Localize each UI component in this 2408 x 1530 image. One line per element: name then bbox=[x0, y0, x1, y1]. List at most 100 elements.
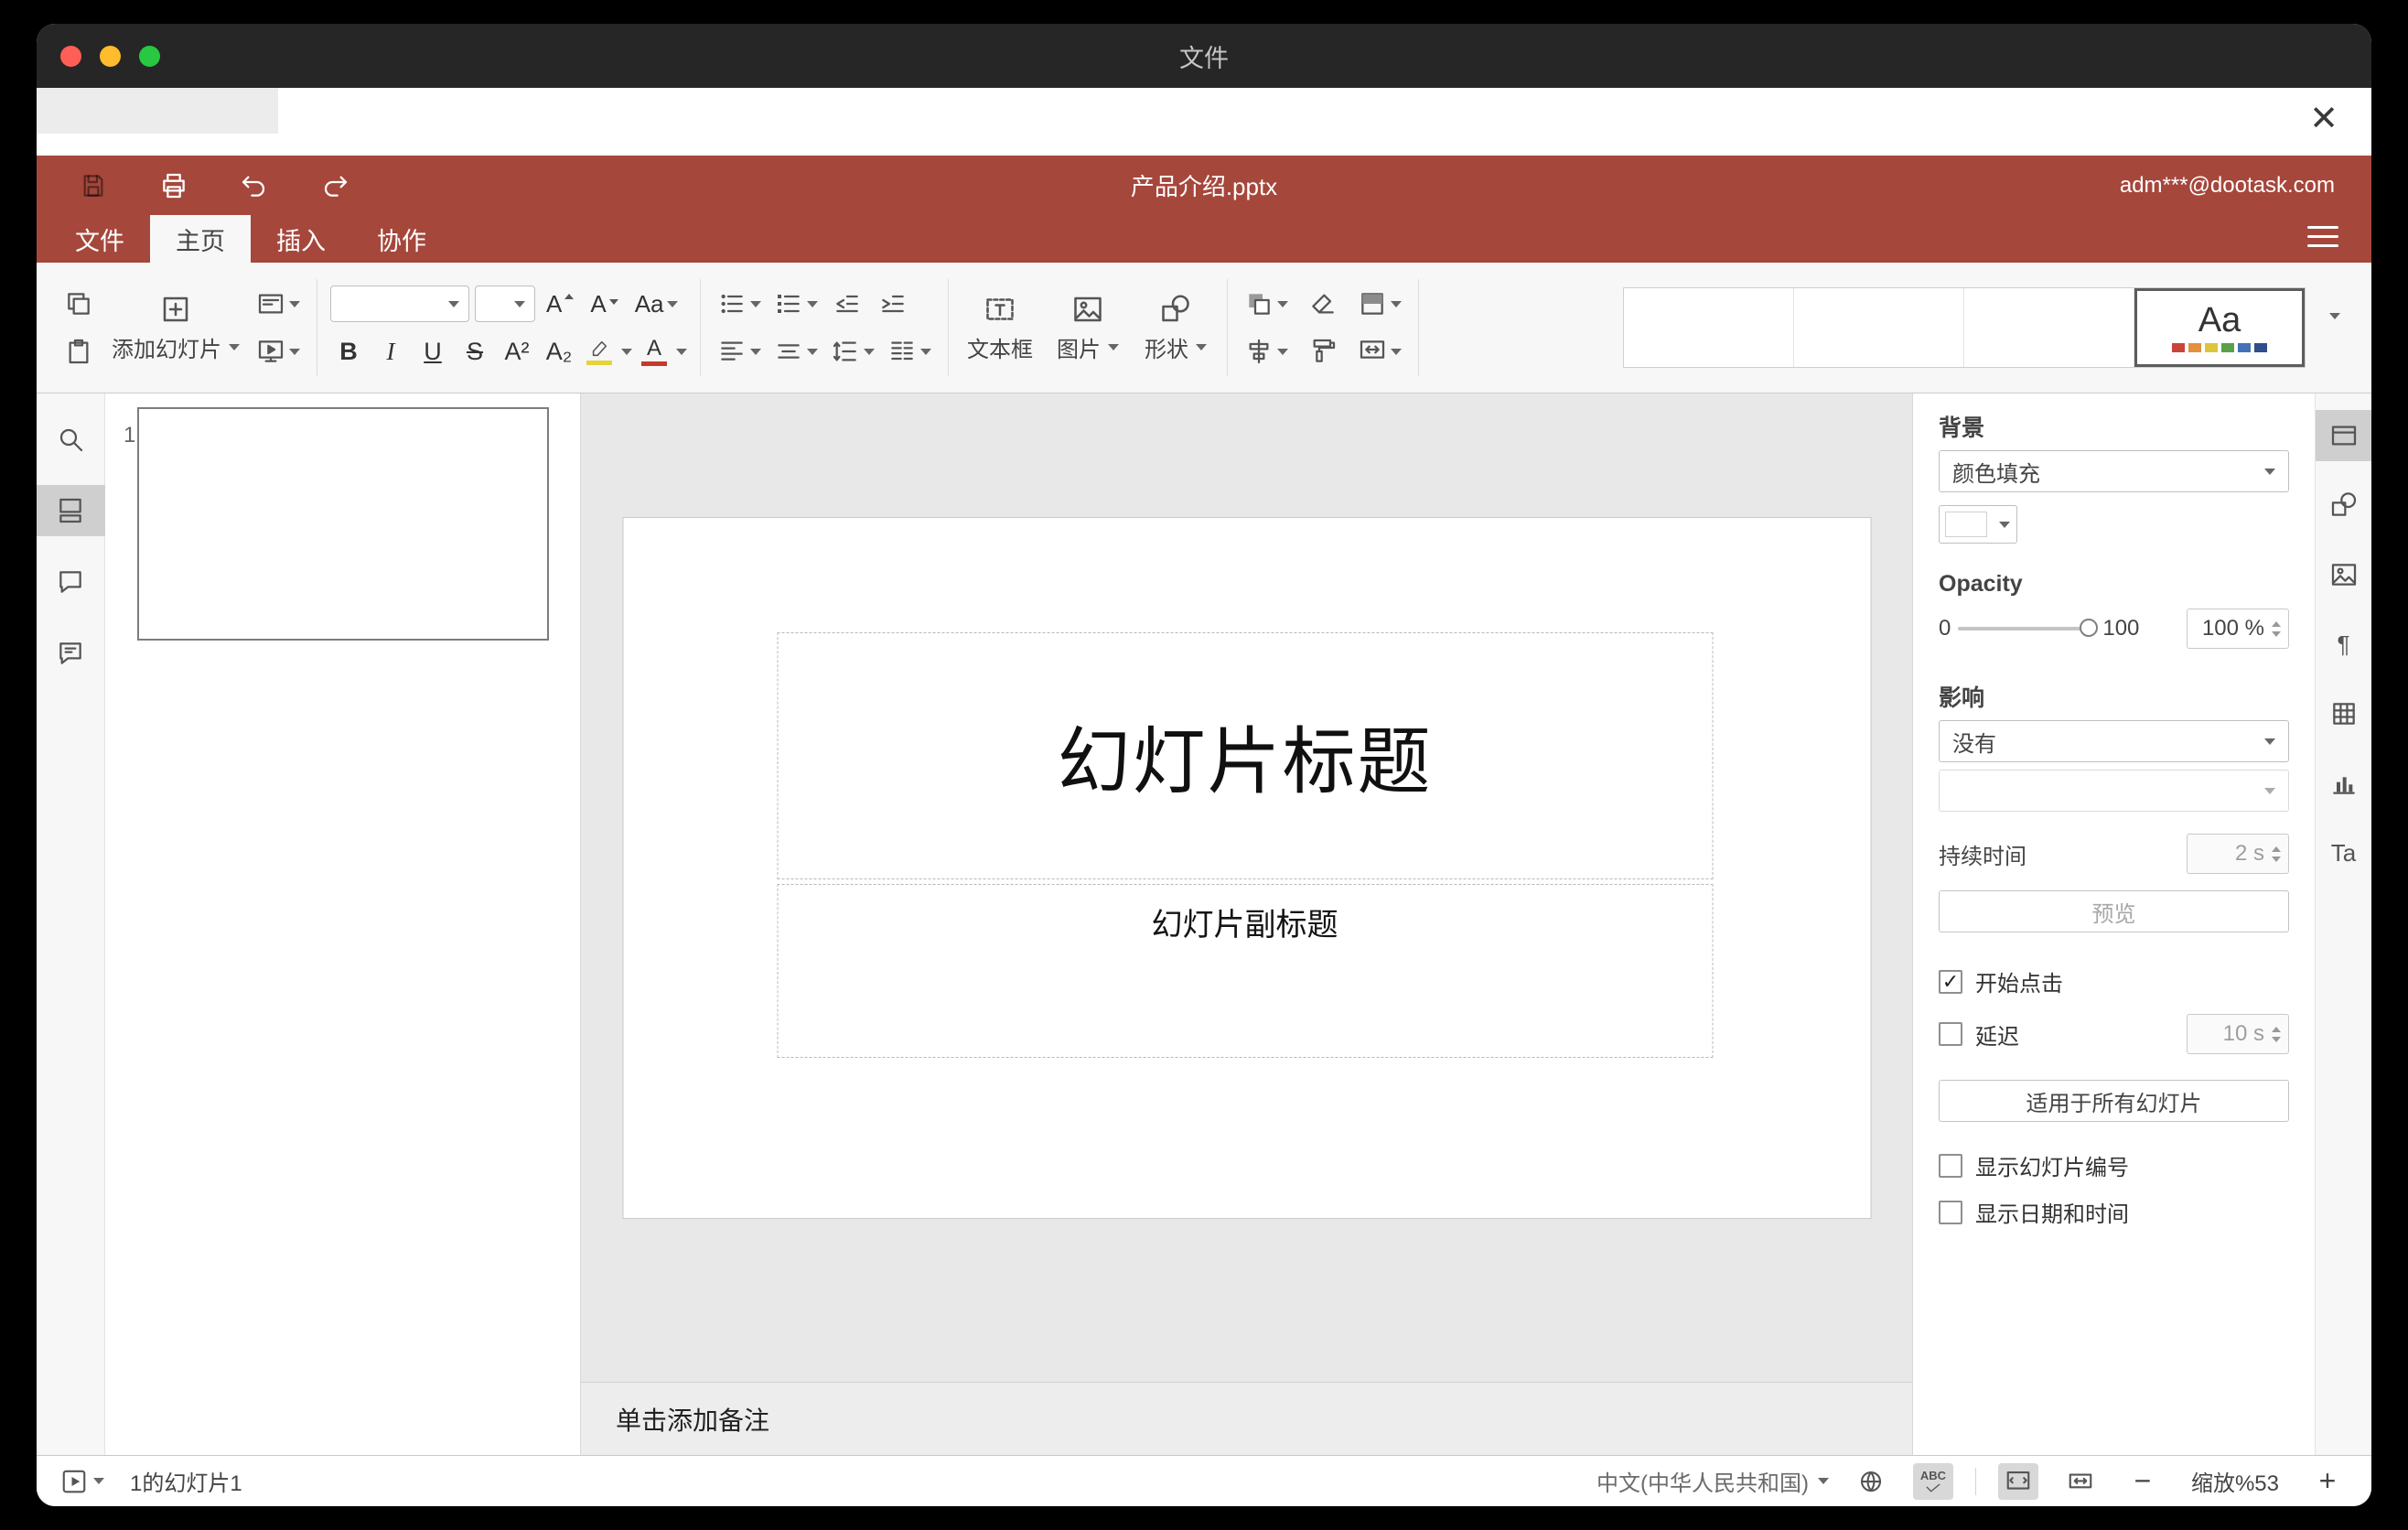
bold-button[interactable]: B bbox=[330, 331, 367, 372]
spell-check-button[interactable]: ABC bbox=[1913, 1462, 1953, 1500]
start-on-click-checkbox[interactable]: ✓ bbox=[1939, 969, 1962, 994]
slide-layout-button[interactable] bbox=[253, 284, 304, 324]
preview-button[interactable]: 预览 bbox=[1939, 890, 2289, 932]
theme-thumbnail-selected[interactable]: Aa bbox=[2134, 288, 2305, 367]
subscript-button[interactable]: A₂ bbox=[541, 331, 577, 372]
add-slide-button[interactable]: 添加幻灯片 bbox=[104, 282, 247, 373]
highlight-color-button[interactable] bbox=[583, 337, 616, 367]
slide-subtitle-placeholder[interactable]: 幻灯片副标题 bbox=[777, 884, 1713, 1058]
change-case-button[interactable]: Aa bbox=[629, 286, 683, 322]
columns-button[interactable] bbox=[884, 331, 935, 372]
duration-label: 持续时间 bbox=[1939, 844, 2026, 869]
chat-button[interactable] bbox=[37, 628, 105, 679]
fit-to-slide-button[interactable] bbox=[1998, 1462, 2038, 1500]
vertical-align-button[interactable] bbox=[770, 331, 822, 372]
slide-title-placeholder[interactable]: 幻灯片标题 bbox=[777, 632, 1713, 879]
background-color-picker[interactable] bbox=[1939, 505, 2017, 544]
copy-button[interactable] bbox=[59, 284, 99, 324]
tab-home[interactable]: 主页 bbox=[150, 215, 251, 263]
bullet-list-button[interactable] bbox=[714, 284, 765, 324]
start-slideshow-statusbar-button[interactable] bbox=[60, 1468, 104, 1495]
slide-size-button[interactable] bbox=[1354, 331, 1405, 372]
increase-indent-icon bbox=[882, 295, 904, 313]
theme-thumbnail-1[interactable] bbox=[1624, 288, 1794, 367]
chart-settings-button[interactable] bbox=[2316, 758, 2372, 809]
close-window-button[interactable] bbox=[60, 46, 81, 67]
tab-insert[interactable]: 插入 bbox=[251, 215, 351, 263]
underline-button[interactable]: U bbox=[414, 331, 451, 372]
shape-fill-button[interactable] bbox=[1354, 284, 1405, 324]
slide-canvas[interactable]: 幻灯片标题 幻灯片副标题 bbox=[581, 393, 1912, 1382]
effect-select[interactable]: 没有 bbox=[1939, 720, 2289, 762]
arrange-icon bbox=[1249, 294, 1270, 315]
minimize-window-button[interactable] bbox=[100, 46, 121, 67]
theme-thumbnail-2[interactable] bbox=[1794, 288, 1964, 367]
delay-input[interactable]: 10 s bbox=[2187, 1014, 2289, 1054]
slide-thumbnail[interactable] bbox=[137, 407, 549, 641]
decrease-indent-button[interactable] bbox=[827, 284, 867, 324]
font-size-select[interactable] bbox=[475, 286, 535, 322]
superscript-button[interactable]: A² bbox=[499, 331, 535, 372]
italic-button[interactable]: I bbox=[372, 331, 409, 372]
opacity-slider-knob[interactable] bbox=[2080, 619, 2099, 637]
line-spacing-button[interactable] bbox=[827, 331, 878, 372]
tab-file[interactable]: 文件 bbox=[49, 215, 150, 263]
document-language-button[interactable] bbox=[1851, 1463, 1891, 1500]
paste-button[interactable] bbox=[59, 331, 99, 372]
zoom-window-button[interactable] bbox=[139, 46, 160, 67]
slide-settings-button[interactable] bbox=[2315, 410, 2371, 461]
background-label: 背景 bbox=[1939, 415, 1985, 441]
numbered-list-button[interactable] bbox=[770, 284, 822, 324]
effect-variant-select[interactable] bbox=[1939, 770, 2289, 812]
decrease-font-button[interactable]: A bbox=[585, 286, 623, 322]
duration-input[interactable]: 2 s bbox=[2187, 834, 2289, 874]
image-settings-button[interactable] bbox=[2316, 549, 2372, 600]
font-color-button[interactable]: A bbox=[638, 336, 671, 368]
fit-to-width-button[interactable] bbox=[2060, 1463, 2101, 1500]
horizontal-align-button[interactable] bbox=[714, 331, 765, 372]
spinner-arrows-icon[interactable] bbox=[2272, 620, 2281, 637]
search-button[interactable] bbox=[37, 414, 105, 465]
arrange-shapes-button[interactable] bbox=[1241, 284, 1292, 324]
insert-image-button[interactable]: 图片 bbox=[1044, 282, 1132, 373]
spinner-arrows-icon[interactable] bbox=[2272, 1026, 2281, 1042]
show-date-time-checkbox[interactable] bbox=[1939, 1200, 1962, 1224]
close-preview-button[interactable]: ✕ bbox=[2309, 99, 2338, 141]
start-slideshow-button[interactable] bbox=[253, 331, 304, 372]
increase-indent-button[interactable] bbox=[873, 284, 913, 324]
slide[interactable]: 幻灯片标题 幻灯片副标题 bbox=[622, 517, 1871, 1219]
font-name-select[interactable] bbox=[330, 286, 469, 322]
zoom-level[interactable]: 缩放%53 bbox=[2185, 1465, 2285, 1497]
shape-settings-button[interactable] bbox=[2316, 479, 2372, 531]
chevron-down-icon bbox=[448, 300, 459, 307]
show-slide-number-checkbox[interactable] bbox=[1939, 1153, 1962, 1178]
strikethrough-button[interactable]: S bbox=[457, 331, 493, 372]
table-settings-button[interactable] bbox=[2316, 688, 2372, 739]
increase-font-button[interactable]: A bbox=[541, 286, 579, 322]
delay-checkbox[interactable] bbox=[1939, 1022, 1962, 1046]
theme-thumbnail-3[interactable] bbox=[1964, 288, 2134, 367]
slides-panel-icon bbox=[59, 498, 81, 523]
theme-gallery-expand-button[interactable] bbox=[2320, 310, 2349, 345]
opacity-input[interactable]: 100 % bbox=[2187, 609, 2289, 649]
copy-style-button[interactable] bbox=[1303, 331, 1343, 372]
notes-area[interactable]: 单击添加备注 bbox=[581, 1382, 1912, 1455]
slides-panel-button[interactable] bbox=[37, 485, 105, 536]
comments-button[interactable] bbox=[37, 556, 105, 608]
insert-textbox-button[interactable]: 文本框 bbox=[956, 282, 1044, 373]
spinner-arrows-icon[interactable] bbox=[2272, 846, 2281, 862]
insert-shape-button[interactable]: 形状 bbox=[1132, 282, 1220, 373]
apply-to-all-slides-button[interactable]: 适用于所有幻灯片 bbox=[1939, 1080, 2289, 1122]
language-selector[interactable]: 中文(中华人民共和国) bbox=[1596, 1465, 1829, 1497]
background-fill-select[interactable]: 颜色填充 bbox=[1939, 450, 2289, 492]
align-shapes-button[interactable] bbox=[1241, 331, 1292, 372]
document-header: 产品介绍.pptx adm***@dootask.com bbox=[37, 156, 2371, 215]
clear-style-button[interactable] bbox=[1303, 284, 1343, 324]
tab-collaborate[interactable]: 协作 bbox=[351, 215, 452, 263]
paragraph-settings-button[interactable]: ¶ bbox=[2316, 619, 2372, 670]
menu-button[interactable] bbox=[2307, 226, 2338, 247]
zoom-in-button[interactable]: + bbox=[2307, 1463, 2348, 1500]
zoom-out-button[interactable]: − bbox=[2123, 1463, 2163, 1500]
text-art-settings-button[interactable]: Ta bbox=[2316, 827, 2372, 878]
opacity-slider[interactable] bbox=[1958, 619, 2099, 639]
